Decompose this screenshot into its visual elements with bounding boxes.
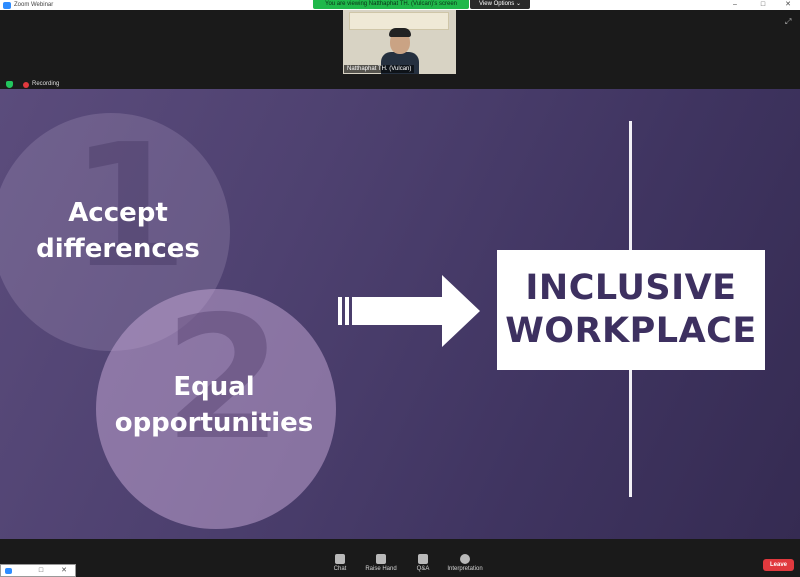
arrow-right-icon xyxy=(338,275,480,347)
thumbnail-close-button[interactable]: ✕ xyxy=(58,566,70,576)
window-title: Zoom Webinar xyxy=(14,2,54,8)
maximize-button[interactable]: □ xyxy=(755,0,771,10)
recording-icon xyxy=(23,82,29,88)
restore-button[interactable]: □ xyxy=(35,566,47,576)
hand-icon xyxy=(376,554,386,564)
expand-icon[interactable]: ⤢ xyxy=(785,17,794,26)
close-button[interactable]: ✕ xyxy=(780,0,796,10)
zoom-logo-icon xyxy=(3,1,11,9)
leave-button[interactable]: Leave xyxy=(763,559,794,571)
accept-differences-text: Accept differences xyxy=(36,198,200,264)
interpretation-button[interactable]: Interpretation xyxy=(440,554,490,573)
box-line-2: WORKPLACE xyxy=(505,311,757,351)
video-strip: Natthaphat TH. (Vulcan) ⤢ xyxy=(0,10,800,88)
recording-label: Recording xyxy=(32,81,60,87)
participant-hair xyxy=(389,28,411,37)
zoom-logo-icon xyxy=(5,568,12,574)
participant-video-tile[interactable]: Natthaphat TH. (Vulcan) xyxy=(343,10,456,74)
box-line-1: INCLUSIVE xyxy=(525,268,737,308)
screen-share-banner: You are viewing Natthaphat TH. (Vulcan)'… xyxy=(313,0,469,9)
equal-opportunities-text: Equal opportunities xyxy=(114,372,314,438)
view-options-button[interactable]: View Options ⌄ xyxy=(470,0,530,9)
inclusive-workplace-box: INCLUSIVE WORKPLACE xyxy=(497,250,765,370)
interpretation-label: Interpretation xyxy=(447,566,483,572)
shared-screen-slide: 1 2 Accept differences Equal opportuniti… xyxy=(0,89,800,539)
participant-name-tag: Natthaphat TH. (Vulcan) xyxy=(344,65,415,73)
shield-icon[interactable] xyxy=(6,81,13,88)
globe-icon xyxy=(460,554,470,564)
qa-icon xyxy=(418,554,428,564)
zoom-webinar-window: Zoom Webinar – □ ✕ You are viewing Natth… xyxy=(0,0,800,577)
chat-icon xyxy=(335,554,345,564)
status-row: Recording xyxy=(0,80,800,89)
meeting-toolbar: Chat Raise Hand Q&A Interpretation xyxy=(0,539,800,577)
minimized-window-thumbnail[interactable]: □ ✕ xyxy=(0,564,76,577)
minimize-button[interactable]: – xyxy=(727,0,743,10)
